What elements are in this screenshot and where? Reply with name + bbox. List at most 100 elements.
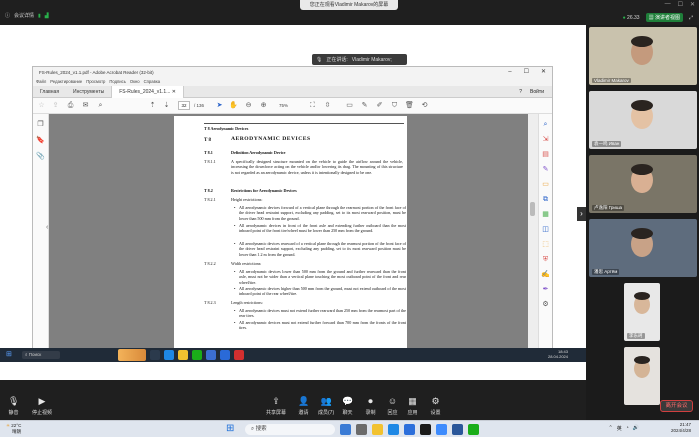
share-banner[interactable]: 您正在观看Vladimir Makarov的屏幕	[300, 0, 398, 10]
participant-tile[interactable]: Vladimir Makarov	[589, 27, 697, 85]
fill-sign-icon[interactable]: ✍	[541, 270, 550, 279]
compress-icon[interactable]: ⬚	[541, 240, 550, 249]
attachment-icon[interactable]: 📎	[36, 152, 45, 161]
fit-page-icon[interactable]: ⛶	[308, 101, 317, 110]
participant-tile[interactable]: 卢逸阳 Гриша	[589, 155, 697, 213]
acrobat-icon[interactable]	[234, 350, 244, 360]
select-cursor-icon[interactable]: ➤	[215, 101, 224, 110]
scan-icon[interactable]: ◫	[541, 225, 550, 234]
create-pdf-icon[interactable]: ▤	[541, 150, 550, 159]
next-page-icon[interactable]: ⇣	[162, 101, 171, 110]
toolbar-button-2[interactable]: ▶ 停止视频	[32, 396, 52, 416]
edit-pdf-icon[interactable]: ✎	[541, 165, 550, 174]
bookmark-icon[interactable]: 🔖	[36, 136, 45, 145]
toolbar-button-4[interactable]: 👤 邀请	[298, 396, 309, 416]
store-icon[interactable]	[206, 350, 216, 360]
input-language[interactable]: ⌃ 英 ◔ 🔊	[609, 425, 639, 432]
maximize-icon[interactable]: ☐	[678, 1, 683, 8]
stamp-icon[interactable]: ⛉	[390, 101, 399, 110]
meeting-app-icon[interactable]	[340, 424, 351, 435]
toolbar-button-1[interactable]: 🎙 静音	[8, 396, 19, 416]
chevron-left-icon[interactable]: ‹	[46, 224, 48, 231]
participant-tile[interactable]: 袁一鸣 Иван	[589, 91, 697, 149]
wechat-icon[interactable]	[468, 424, 479, 435]
edge-icon[interactable]	[388, 424, 399, 435]
system-clock[interactable]: 21:47 2024/4/28	[671, 422, 691, 434]
mail-icon[interactable]: ✉	[81, 101, 90, 110]
sign-in-button[interactable]: Войти	[530, 89, 544, 95]
organize-icon[interactable]: ▦	[541, 210, 550, 219]
toolbar-button-7[interactable]: ⏺ 录制	[365, 396, 376, 416]
participant-tile[interactable]: 潘思 Артём	[589, 219, 697, 277]
taskbar-search[interactable]: ⌕ 搜索	[245, 424, 335, 435]
toolbar-button-10[interactable]: ⚙ 设置	[430, 396, 441, 416]
menu-edit[interactable]: Редактирование	[50, 78, 82, 86]
draw-icon[interactable]: ✐	[375, 101, 384, 110]
leave-meeting-button[interactable]: 离开会议	[660, 400, 693, 412]
start-icon[interactable]: ⊞	[226, 423, 234, 434]
close-tab-icon[interactable]: ✕	[172, 89, 176, 95]
protect-icon[interactable]: ⛨	[541, 255, 550, 264]
send-sign-icon[interactable]: ✒	[541, 285, 550, 294]
fullscreen-icon[interactable]: ⤢	[689, 15, 693, 21]
pages-icon[interactable]: ❐	[36, 120, 45, 129]
tab-tools[interactable]: Инструменты	[66, 89, 111, 95]
menu-file[interactable]: Файл	[36, 78, 46, 86]
steam-icon[interactable]	[420, 424, 431, 435]
task-view-icon[interactable]	[150, 350, 160, 360]
print-icon[interactable]: ⎙	[66, 101, 75, 110]
hand-icon[interactable]: ✋	[229, 101, 238, 110]
delete-icon[interactable]: 🗑	[405, 101, 414, 110]
windows-icon[interactable]: ⊞	[6, 350, 12, 358]
more-tools-icon[interactable]: ⚙	[541, 300, 550, 309]
toolbar-button-3[interactable]: ⇪ 共享屏幕	[266, 396, 286, 416]
close-icon[interactable]: ✕	[690, 1, 695, 8]
prev-page-icon[interactable]: ⇡	[148, 101, 157, 110]
highlight-icon[interactable]: ✎	[360, 101, 369, 110]
zoom-out-icon[interactable]: ⊖	[244, 101, 253, 110]
weather-widget[interactable]: ☀ 22°C 晴朗	[6, 423, 21, 435]
combine-icon[interactable]: ⧉	[541, 195, 550, 204]
tab-home[interactable]: Главная	[33, 89, 66, 95]
scroll-mode-icon[interactable]: ⇳	[323, 101, 332, 110]
star-icon[interactable]: ☆	[37, 101, 46, 110]
close-icon[interactable]: ✕	[541, 67, 546, 78]
remote-search[interactable]: ⌕ Поиск	[22, 351, 60, 359]
app-icon[interactable]	[436, 424, 447, 435]
meeting-info[interactable]: ⓘ 会议详情 ▮ ▟	[5, 12, 49, 20]
comment-icon[interactable]: ▭	[345, 101, 354, 110]
menu-view[interactable]: Просмотр	[86, 78, 105, 86]
toolbar-button-5[interactable]: 👥 成员(7)	[318, 396, 334, 416]
browser-icon[interactable]	[404, 424, 415, 435]
task-view-icon[interactable]	[356, 424, 367, 435]
maximize-icon[interactable]: ☐	[524, 67, 529, 78]
app-icon[interactable]	[220, 350, 230, 360]
rotate-icon[interactable]: ⟲	[420, 101, 429, 110]
view-toggle-button[interactable]: ▦ 演讲者视图	[645, 13, 683, 22]
chevron-up-icon[interactable]: ⌃	[609, 425, 613, 432]
wechat-icon[interactable]	[192, 350, 202, 360]
word-icon[interactable]	[452, 424, 463, 435]
minimize-icon[interactable]: —	[665, 1, 671, 8]
toolbar-button-9[interactable]: ▦ 应用	[407, 396, 418, 416]
zoom-level[interactable]: 75%	[279, 101, 288, 110]
document-canvas[interactable]: T 8 Aerodynamic Devices T 8 AERODYNAMIC …	[49, 114, 528, 350]
minimize-icon[interactable]: –	[508, 67, 511, 78]
tab-document[interactable]: FS-Rules_2024_v1.1... ✕	[111, 85, 184, 98]
search-icon[interactable]: ⌕	[96, 101, 105, 110]
participant-tile[interactable]	[624, 347, 660, 405]
collapse-panel-icon[interactable]: ›	[577, 207, 586, 221]
search-icon[interactable]: ⌕	[541, 120, 550, 129]
upload-icon[interactable]: ⇪	[51, 101, 60, 110]
help-icon[interactable]: ?	[519, 89, 522, 95]
participant-tile[interactable]: 李东珂	[624, 283, 660, 341]
explorer-icon[interactable]	[178, 350, 188, 360]
toolbar-button-8[interactable]: ☺ 回应	[387, 396, 398, 416]
edge-icon[interactable]	[164, 350, 174, 360]
page-number-input[interactable]: 32	[178, 101, 190, 110]
toolbar-button-6[interactable]: 💬 聊天	[342, 396, 353, 416]
export-pdf-icon[interactable]: ⇲	[541, 135, 550, 144]
zoom-in-icon[interactable]: ⊕	[259, 101, 268, 110]
comment-tool-icon[interactable]: ▭	[541, 180, 550, 189]
document-scrollbar[interactable]	[528, 114, 538, 350]
